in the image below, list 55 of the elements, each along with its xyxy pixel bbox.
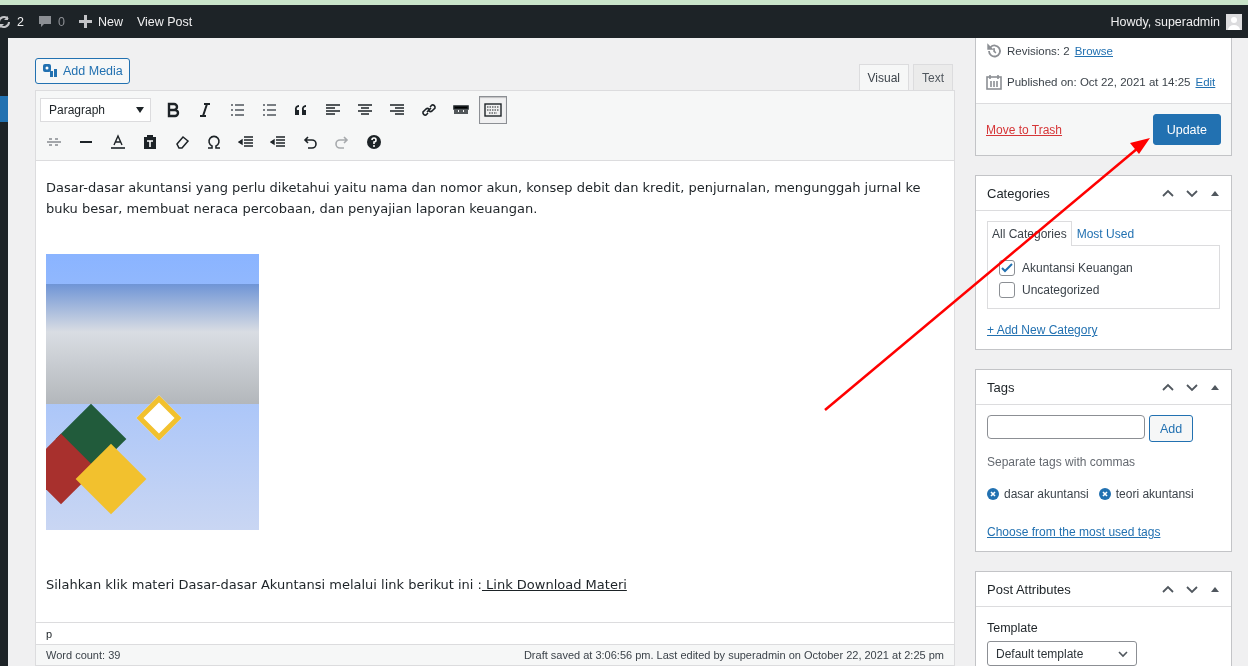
add-media-button[interactable]: Add Media	[35, 58, 130, 84]
draft-status: Draft saved at 3:06:56 pm. Last edited by superadmin on October 22, 2021 at 2:25 pm	[523, 649, 944, 661]
download-link[interactable]: Link Download Materi	[481, 577, 627, 592]
comment-icon	[37, 14, 52, 29]
paragraph-text: Dasar-dasar akuntansi yang perlu diketahui yaitu nama dan nomor akun, konsep debit dan kredit, penjurnalan, mengunggah jurnal ke buku besar, membuat neraca percobaan, dan penyajian laporan keuangan.	[46, 179, 922, 218]
checkbox[interactable]	[999, 260, 1015, 276]
updates-link[interactable]: 2	[0, 14, 24, 29]
add-category-link[interactable]: + Add New Category	[987, 323, 1220, 337]
view-post-link[interactable]: View Post	[136, 14, 193, 29]
menu-pointer-icon	[0, 96, 8, 122]
calendar-icon	[986, 73, 1002, 90]
category-label: Akuntansi Keuangan	[1022, 261, 1133, 275]
editor-tab[interactable]: Visual	[858, 64, 909, 90]
editor-content[interactable]	[35, 161, 955, 623]
new-link[interactable]: New	[78, 14, 123, 29]
element-path: p	[46, 627, 53, 640]
panel-title: Categories	[987, 185, 1050, 201]
tag-label: teori akuntansi	[1115, 487, 1194, 501]
panel-controls-icon[interactable]	[1161, 187, 1221, 199]
word-count: Word count: 39	[46, 649, 121, 661]
caret-icon	[1118, 649, 1128, 658]
browse-link[interactable]: Browse	[1074, 44, 1113, 57]
refresh-icon	[0, 14, 11, 29]
template-select[interactable]: Default template	[987, 641, 1137, 666]
edit-date-link[interactable]: Edit	[1195, 75, 1216, 88]
tags-hint: Separate tags with commas	[987, 455, 1137, 469]
add-tag-button[interactable]: Add	[1149, 415, 1194, 442]
move-to-trash-link[interactable]: Move to Trash	[986, 122, 1063, 137]
tag-label: dasar akuntansi	[1004, 487, 1089, 501]
avatar-icon	[1226, 13, 1242, 30]
account-menu[interactable]: Howdy, superadmin	[1110, 13, 1242, 30]
plus-icon	[78, 15, 92, 28]
panel-controls-icon[interactable]	[1161, 583, 1221, 595]
category-label: Uncategorized	[1022, 283, 1100, 297]
tag-input[interactable]	[987, 415, 1145, 439]
toolbar-toggle-icon[interactable]	[479, 96, 507, 124]
remove-tag-icon[interactable]	[1098, 488, 1111, 500]
category-tab[interactable]: Most Used	[1071, 221, 1140, 245]
panel-title: Post Attributes	[987, 581, 1071, 597]
editor-tab[interactable]: Text	[913, 64, 953, 90]
comments-link[interactable]: 0	[37, 14, 65, 29]
format-select[interactable]: Paragraph	[40, 98, 151, 122]
media-icon	[42, 63, 58, 79]
update-button[interactable]: Update	[1152, 114, 1221, 145]
caret-icon	[136, 107, 144, 113]
paragraph-text: Silahkan klik materi Dasar-dasar Akuntansi melalui link berikut ini :	[46, 577, 482, 592]
most-used-tags-link[interactable]: Choose from the most used tags	[987, 525, 1161, 539]
published-date: Published on: Oct 22, 2021 at 14:25	[1007, 75, 1191, 88]
remove-tag-icon[interactable]	[987, 488, 999, 500]
checkbox[interactable]	[999, 282, 1015, 298]
panel-controls-icon[interactable]	[1161, 381, 1221, 393]
revisions-label: Revisions: 2	[1007, 44, 1070, 57]
panel-title: Tags	[987, 379, 1015, 395]
template-label: Template	[987, 621, 1039, 635]
history-icon	[986, 42, 1002, 59]
